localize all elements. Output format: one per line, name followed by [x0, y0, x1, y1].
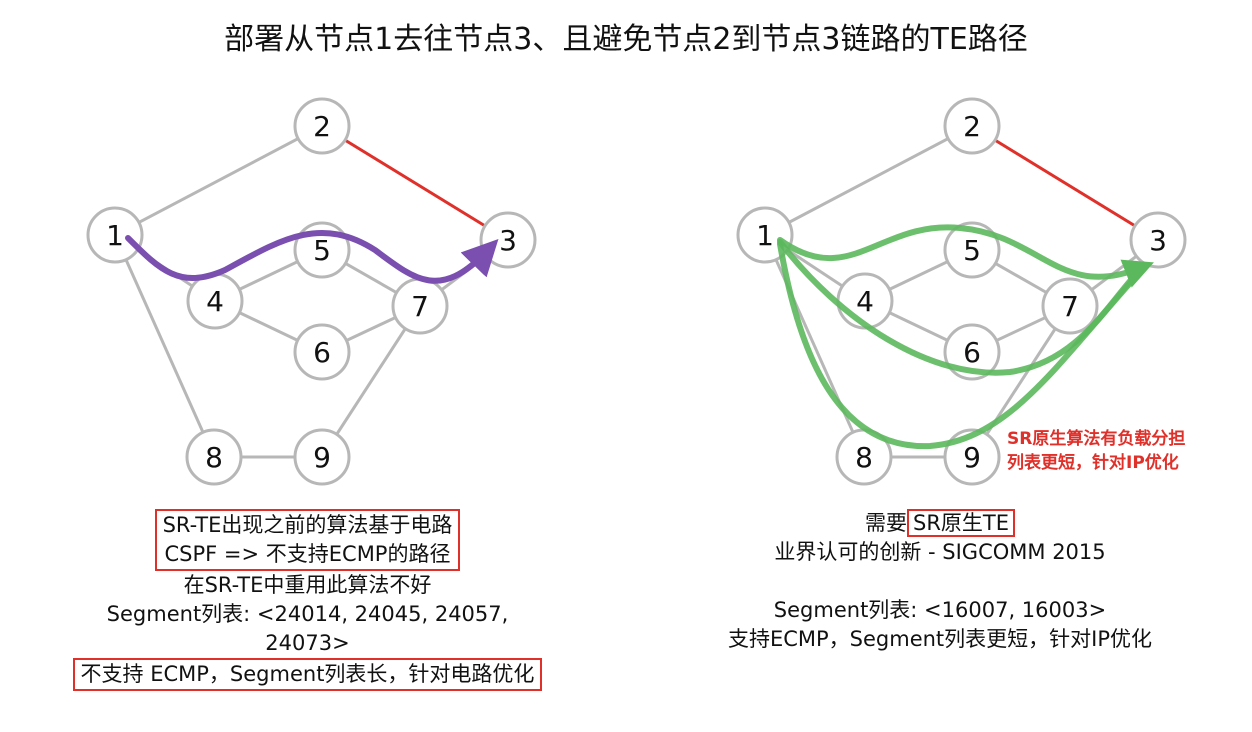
- node-2: 2: [943, 97, 1001, 155]
- node-2: 2: [293, 97, 351, 155]
- right-caption-line-2: 业界认可的创新 - SIGCOMM 2015: [774, 540, 1106, 564]
- node-7: 7: [1041, 277, 1099, 335]
- node-2-label: 2: [313, 110, 331, 143]
- node-2-label: 2: [963, 110, 981, 143]
- node-7-label: 7: [411, 290, 429, 323]
- avoided-link-2-3: [971, 124, 1159, 242]
- left-caption-line-4: Segment列表: <24014, 24045, 24057,: [106, 602, 509, 626]
- right-caption-line-5: 支持ECMP，Segment列表更短，针对IP优化: [727, 627, 1153, 651]
- ecmp-annotation: SR原生算法有负载分担 列表更短，针对IP优化: [1007, 427, 1185, 475]
- left-topology: 1 2 3 4 5 6 7 8 9: [86, 97, 537, 486]
- node-1-label: 1: [106, 219, 124, 252]
- node-6-label: 6: [313, 336, 331, 369]
- node-3-label: 3: [499, 224, 517, 257]
- node-4-label: 4: [206, 285, 224, 318]
- node-3: 3: [1129, 211, 1187, 269]
- edge-1-2: [764, 124, 973, 237]
- node-9: 9: [293, 428, 351, 486]
- node-4-label: 4: [856, 285, 874, 318]
- left-caption-bottom-box: 不支持 ECMP，Segment列表长，针对电路优化: [72, 658, 543, 691]
- node-5-label: 5: [963, 234, 981, 267]
- node-1: 1: [86, 206, 144, 264]
- node-9-label: 9: [963, 441, 981, 474]
- right-caption-line-1: 需要 SR原生TE: [680, 509, 1200, 538]
- right-caption-line-4: Segment列表: <16007, 16003>: [773, 598, 1107, 622]
- left-caption-line-2: CSPF => 不支持ECMP的路径: [164, 542, 451, 566]
- left-caption-line-1: SR-TE出现之前的算法基于电路: [162, 513, 453, 537]
- right-caption-boxed-term: SR原生TE: [906, 509, 1016, 537]
- left-caption: SR-TE出现之前的算法基于电路 CSPF => 不支持ECMP的路径 在SR-…: [40, 509, 575, 691]
- node-7-label: 7: [1061, 290, 1079, 323]
- node-9-label: 9: [313, 441, 331, 474]
- right-caption-spacer: [680, 567, 1200, 596]
- node-3-label: 3: [1149, 224, 1167, 257]
- node-6: 6: [293, 323, 351, 381]
- node-4: 4: [836, 272, 894, 330]
- right-caption-line-1-prefix: 需要: [864, 511, 907, 535]
- node-6-label: 6: [963, 336, 981, 369]
- left-caption-line-5: 24073>: [265, 631, 350, 655]
- node-5-label: 5: [313, 234, 331, 267]
- node-7: 7: [391, 277, 449, 335]
- node-4: 4: [186, 272, 244, 330]
- node-8-label: 8: [205, 441, 223, 474]
- left-caption-line-3: 在SR-TE中重用此算法不好: [183, 573, 432, 597]
- edge-1-2: [114, 124, 323, 237]
- avoided-link-2-3: [321, 124, 509, 242]
- left-caption-line-6: 不支持 ECMP，Segment列表长，针对电路优化: [80, 662, 535, 686]
- annotation-line-1: SR原生算法有负载分担: [1007, 429, 1186, 449]
- node-1-label: 1: [756, 219, 774, 252]
- annotation-line-2: 列表更短，针对IP优化: [1007, 453, 1179, 473]
- node-3: 3: [479, 211, 537, 269]
- node-8: 8: [185, 428, 243, 486]
- node-8-label: 8: [855, 441, 873, 474]
- left-caption-highlight-box: SR-TE出现之前的算法基于电路 CSPF => 不支持ECMP的路径: [154, 509, 461, 571]
- right-caption: 需要 SR原生TE 业界认可的创新 - SIGCOMM 2015 Segment列…: [680, 509, 1200, 654]
